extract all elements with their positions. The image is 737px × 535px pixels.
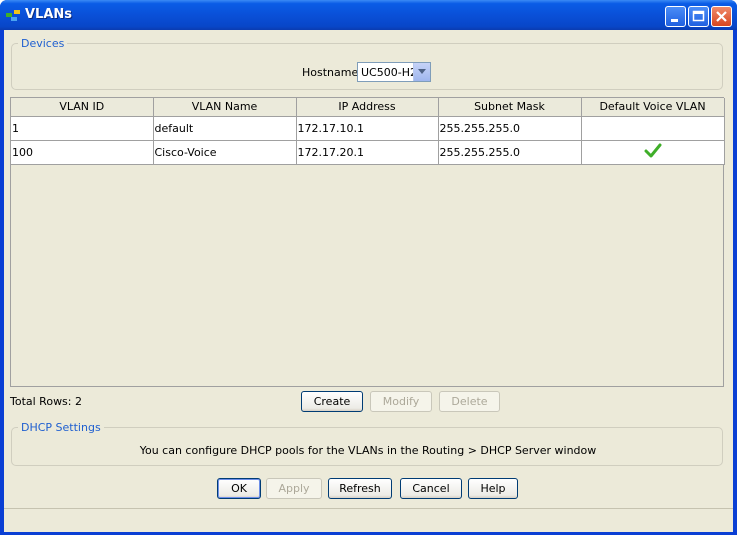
table-header-row: VLAN ID VLAN Name IP Address Subnet Mask… <box>11 98 725 117</box>
column-header-vlan-name[interactable]: VLAN Name <box>153 98 297 117</box>
cell-ip-address: 172.17.20.1 <box>296 140 439 165</box>
vlan-table: VLAN ID VLAN Name IP Address Subnet Mask… <box>10 97 725 387</box>
cell-subnet-mask: 255.255.255.0 <box>438 140 582 165</box>
maximize-icon <box>692 10 705 22</box>
close-button[interactable] <box>711 6 732 27</box>
column-header-ip-address[interactable]: IP Address <box>296 98 439 117</box>
hostname-value: UC500-H2 <box>361 66 417 79</box>
total-rows-label: Total Rows: 2 <box>10 395 82 408</box>
devices-group-label: Devices <box>18 37 68 50</box>
create-button[interactable]: Create <box>301 391 363 412</box>
maximize-button[interactable] <box>688 6 709 27</box>
cell-ip-address: 172.17.10.1 <box>296 116 439 141</box>
hostname-label: Hostname: <box>302 66 362 79</box>
table-row[interactable]: 100 Cisco-Voice 172.17.20.1 255.255.255.… <box>11 140 725 165</box>
column-header-default-voice-vlan[interactable]: Default Voice VLAN <box>581 98 725 117</box>
table-row[interactable]: 1 default 172.17.10.1 255.255.255.0 <box>11 116 725 141</box>
help-button[interactable]: Help <box>468 478 518 499</box>
hostname-select[interactable]: UC500-H2 <box>357 62 431 82</box>
cell-vlan-name: Cisco-Voice <box>153 140 297 165</box>
cell-subnet-mask: 255.255.255.0 <box>438 116 582 141</box>
dropdown-button[interactable] <box>413 63 430 81</box>
dhcp-settings-group: DHCP Settings You can configure DHCP poo… <box>11 421 723 466</box>
cancel-button[interactable]: Cancel <box>400 478 462 499</box>
delete-button[interactable]: Delete <box>439 391 500 412</box>
vlans-window: VLANs Devices Hostname: UC500-H2 VLAN ID… <box>0 0 737 535</box>
cell-default-voice-vlan <box>581 116 725 141</box>
cell-vlan-id: 100 <box>11 140 154 165</box>
column-header-subnet-mask[interactable]: Subnet Mask <box>438 98 582 117</box>
cell-vlan-name: default <box>153 116 297 141</box>
ok-button[interactable]: OK <box>217 478 261 499</box>
apply-button[interactable]: Apply <box>266 478 322 499</box>
cell-vlan-id: 1 <box>11 116 154 141</box>
cell-default-voice-vlan <box>581 140 725 165</box>
window-title: VLANs <box>25 7 73 22</box>
close-icon <box>716 11 727 22</box>
dhcp-group-label: DHCP Settings <box>18 421 104 434</box>
minimize-icon <box>671 19 678 22</box>
checkmark-icon <box>644 143 661 157</box>
modify-button[interactable]: Modify <box>370 391 432 412</box>
network-icon <box>6 10 20 21</box>
chevron-down-icon <box>418 69 426 74</box>
dialog-content: Devices Hostname: UC500-H2 VLAN ID VLAN … <box>4 30 733 532</box>
refresh-button[interactable]: Refresh <box>328 478 392 499</box>
column-header-vlan-id[interactable]: VLAN ID <box>11 98 154 117</box>
dhcp-message: You can configure DHCP pools for the VLA… <box>139 444 597 457</box>
status-bar <box>4 508 733 530</box>
minimize-button[interactable] <box>665 6 686 27</box>
title-bar[interactable]: VLANs <box>0 0 737 30</box>
